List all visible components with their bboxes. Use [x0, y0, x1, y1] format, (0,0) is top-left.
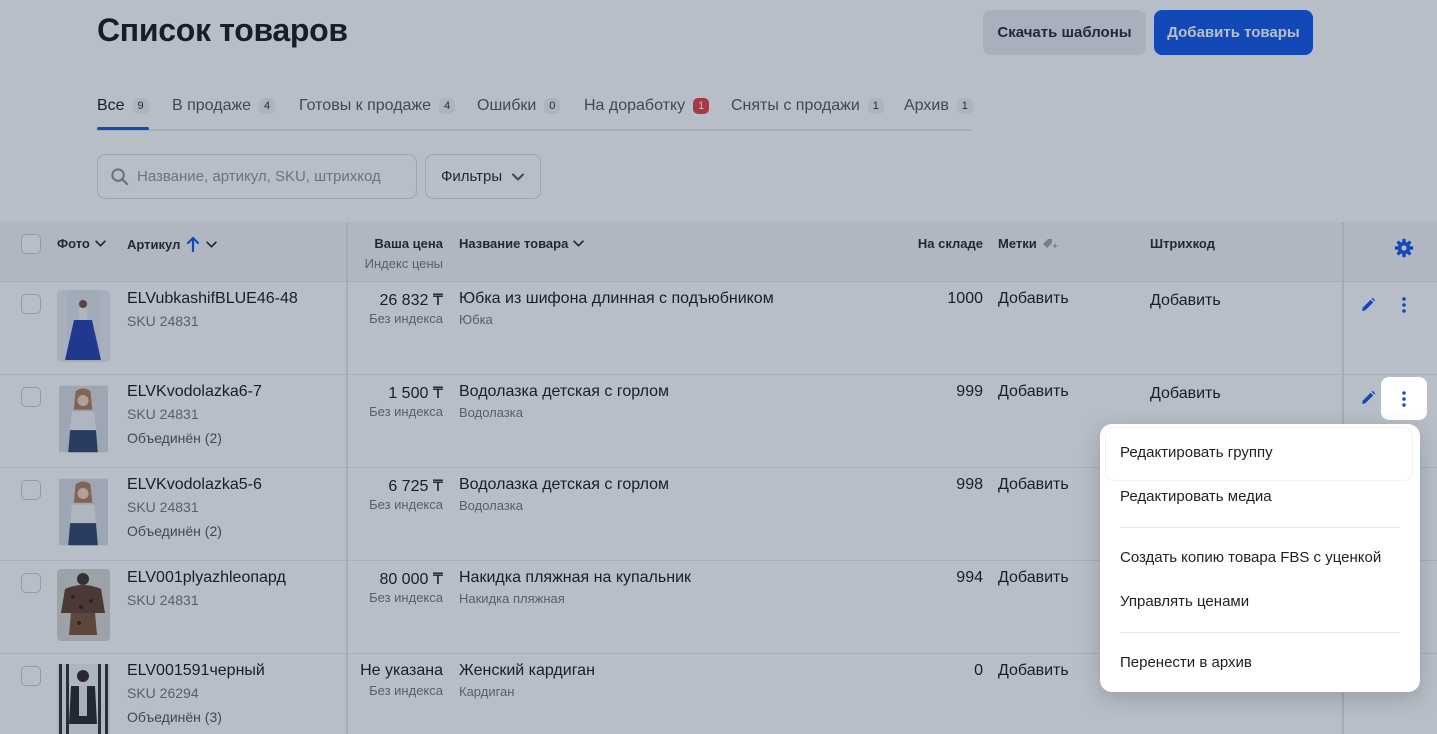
menu-item-move-to-archive[interactable]: Перенести в архив	[1120, 654, 1252, 671]
menu-item-edit-media[interactable]: Редактировать медиа	[1120, 488, 1272, 505]
menu-item-edit-group[interactable]: Редактировать группу	[1120, 444, 1273, 461]
more-vertical-icon	[1402, 390, 1406, 407]
menu-divider	[1120, 527, 1400, 528]
menu-item-manage-prices[interactable]: Управлять ценами	[1120, 593, 1249, 610]
menu-divider	[1120, 632, 1400, 633]
more-actions-button-active[interactable]	[1381, 377, 1427, 420]
menu-item-create-fbs-copy[interactable]: Создать копию товара FBS с уценкой	[1120, 549, 1381, 566]
row-actions-menu: Редактировать группу Редактировать медиа…	[1100, 424, 1420, 692]
